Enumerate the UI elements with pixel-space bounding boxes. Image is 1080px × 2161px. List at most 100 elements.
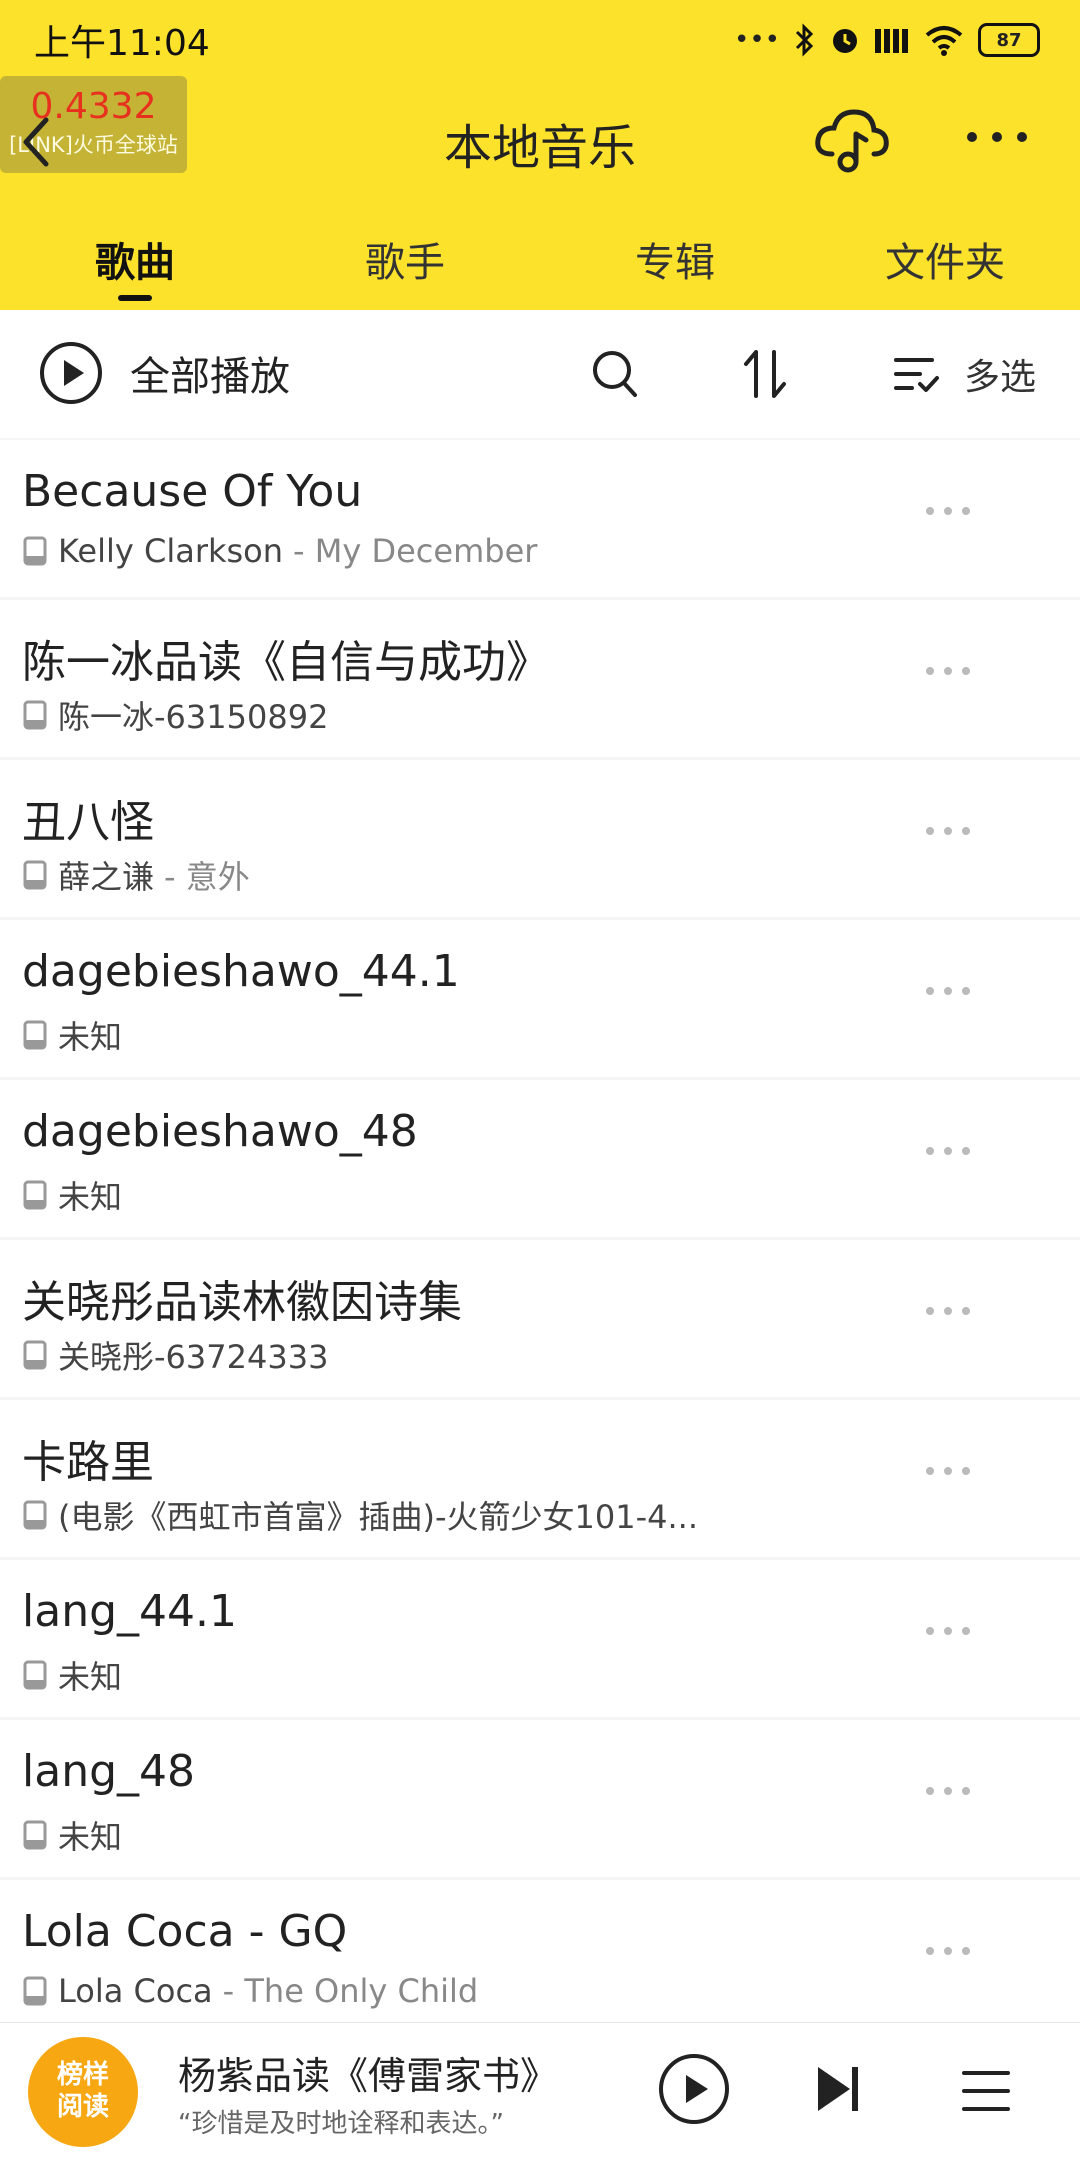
sort-icon[interactable] [742,348,790,400]
song-artist: 未知 [58,1018,123,1056]
song-artist: Lola Coca [58,1972,213,2010]
wifi-icon [925,26,963,56]
play-circle-icon [40,342,102,404]
tab-artists[interactable]: 歌手 [270,230,540,288]
song-artist: Kelly Clarkson [58,532,284,570]
row-more-icon[interactable] [918,1936,978,1966]
song-meta: 未知 [22,1812,132,1858]
tab-folders[interactable]: 文件夹 [810,230,1080,288]
dots-icon: ••• [733,25,780,55]
song-title: lang_44.1 [22,1586,237,1637]
now-playing-title: 杨紫品读《傅雷家书》 [178,2054,559,2098]
search-icon[interactable] [590,348,640,400]
song-album: - My December [293,532,538,570]
now-playing-subtitle: “珍惜是及时地诠释和表达。” [178,2109,504,2139]
local-file-icon [23,1500,47,1530]
song-row[interactable]: dagebieshawo_48 未知 [0,1080,1080,1237]
song-title: dagebieshawo_48 [22,1106,418,1157]
song-album: - 意外 [164,858,250,896]
local-file-icon [23,700,47,730]
cover-text: 榜样 阅读 [28,2059,138,2123]
signal-icon [875,29,908,53]
play-all-button[interactable]: 全部播放 [38,340,290,406]
list-toolbar: 全部播放 多选 [0,310,1080,438]
song-title: dagebieshawo_44.1 [22,946,460,997]
song-row[interactable]: 丑八怪 薛之谦 - 意外 [0,760,1080,917]
now-playing-bar[interactable]: 榜样 阅读 杨紫品读《傅雷家书》 “珍惜是及时地诠释和表达。” [0,2022,1080,2161]
tab-bar: 歌曲 歌手 专辑 文件夹 [0,230,1080,300]
song-title: 卡路里 [22,1437,154,1488]
cloud-music-icon[interactable] [812,104,892,174]
cover-text-line2: 阅读 [56,2092,109,2122]
song-title: 陈一冰品读《自信与成功》 [22,637,550,688]
song-artist: 关晓彤-63724333 [58,1338,329,1376]
multi-select-label: 多选 [964,357,1037,398]
local-file-icon [23,1976,47,2006]
bluetooth-icon [795,23,814,57]
local-file-icon [23,1340,47,1370]
song-artist: 未知 [58,1818,123,1856]
tab-songs[interactable]: 歌曲 [0,230,270,288]
playlist-icon[interactable] [960,2067,1012,2115]
row-more-icon[interactable] [918,1136,978,1166]
song-row[interactable]: Because Of You Kelly Clarkson - My Decem… [0,440,1080,597]
status-bar: 上午11:04 ••• 87 [0,0,1080,78]
row-more-icon[interactable] [918,656,978,686]
song-meta: 未知 [22,1172,132,1218]
song-artist: (电影《西虹市首富》插曲)-火箭少女101-4... [58,1498,699,1536]
song-title: 丑八怪 [22,797,154,848]
local-file-icon [23,536,47,566]
row-more-icon[interactable] [918,1776,978,1806]
play-icon[interactable] [656,2051,732,2127]
tab-active-indicator [118,295,152,301]
alarm-icon [833,29,857,53]
song-row[interactable]: lang_48 未知 [0,1720,1080,1877]
local-file-icon [23,1020,47,1050]
multi-select-button[interactable]: 多选 [892,348,1036,400]
song-meta: 陈一冰-63150892 [22,692,338,738]
song-title: 关晓彤品读林徽因诗集 [22,1277,462,1328]
album-cover[interactable]: 榜样 阅读 [28,2037,138,2147]
multi-select-icon [894,358,939,392]
local-file-icon [23,1180,47,1210]
song-artist: 薛之谦 [58,858,155,896]
local-file-icon [23,860,47,890]
song-title: Because Of You [22,466,363,517]
song-row[interactable]: 卡路里 (电影《西虹市首富》插曲)-火箭少女101-4... [0,1400,1080,1557]
row-more-icon[interactable] [918,1456,978,1486]
song-title: Lola Coca - GQ [22,1906,348,1957]
song-meta: (电影《西虹市首富》插曲)-火箭少女101-4... [22,1492,708,1538]
row-more-icon[interactable] [918,1296,978,1326]
song-meta: Kelly Clarkson - My December [22,532,537,570]
local-file-icon [23,1820,47,1850]
song-row[interactable]: dagebieshawo_44.1 未知 [0,920,1080,1077]
song-album: - The Only Child [222,1972,479,2010]
row-more-icon[interactable] [918,1616,978,1646]
page-title: 本地音乐 [443,120,636,176]
song-list: Because Of You Kelly Clarkson - My Decem… [0,440,1080,2040]
song-row[interactable]: 关晓彤品读林徽因诗集 关晓彤-63724333 [0,1240,1080,1397]
song-meta: 未知 [22,1652,132,1698]
more-icon[interactable] [962,112,1032,162]
row-more-icon[interactable] [918,496,978,526]
status-time: 上午11:04 [34,23,210,64]
status-icons: ••• 87 [734,18,1040,62]
song-row[interactable]: Lola Coca - GQ Lola Coca - The Only Chil… [0,1880,1080,2037]
song-artist: 未知 [58,1658,123,1696]
row-more-icon[interactable] [918,816,978,846]
song-title: lang_48 [22,1746,195,1797]
cover-text-line1: 榜样 [56,2060,109,2090]
row-more-icon[interactable] [918,976,978,1006]
song-row[interactable]: lang_44.1 未知 [0,1560,1080,1717]
play-all-label: 全部播放 [130,354,290,400]
tab-albums[interactable]: 专辑 [540,230,810,288]
song-row[interactable]: 陈一冰品读《自信与成功》 陈一冰-63150892 [0,600,1080,757]
app-header: 上午11:04 ••• 87 0.4332 [LINK]火币全球站 本地音乐 歌… [0,0,1080,310]
song-meta: 薛之谦 - 意外 [22,852,250,898]
local-file-icon [23,1660,47,1690]
song-artist: 未知 [58,1178,123,1216]
next-icon[interactable] [812,2061,864,2117]
battery-indicator: 87 [978,23,1040,57]
song-meta: Lola Coca - The Only Child [22,1972,478,2010]
song-artist: 陈一冰-63150892 [58,698,329,736]
